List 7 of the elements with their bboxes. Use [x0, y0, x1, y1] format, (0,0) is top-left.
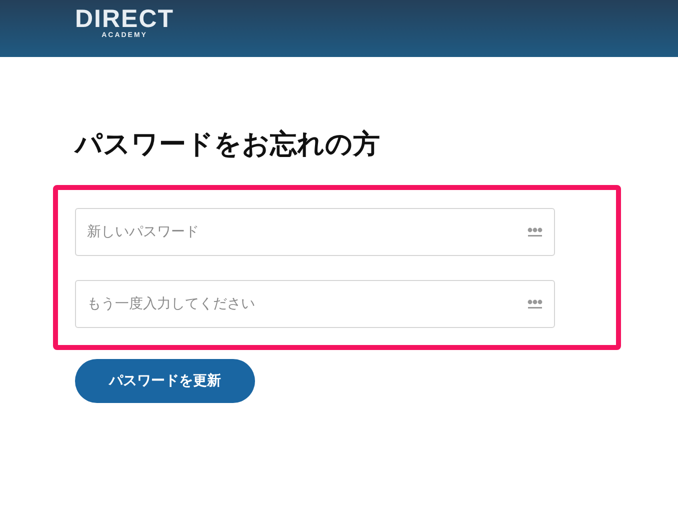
page-title: パスワードをお忘れの方	[75, 128, 381, 162]
logo-title: DIRECT	[75, 7, 174, 31]
password-field[interactable]: 新しいパスワード	[75, 208, 555, 256]
password-dots-icon[interactable]	[527, 299, 543, 310]
update-password-button[interactable]: パスワードを更新	[75, 359, 255, 403]
password-dots-icon[interactable]	[527, 227, 543, 238]
password-field[interactable]: もう一度入力してください	[75, 280, 555, 328]
